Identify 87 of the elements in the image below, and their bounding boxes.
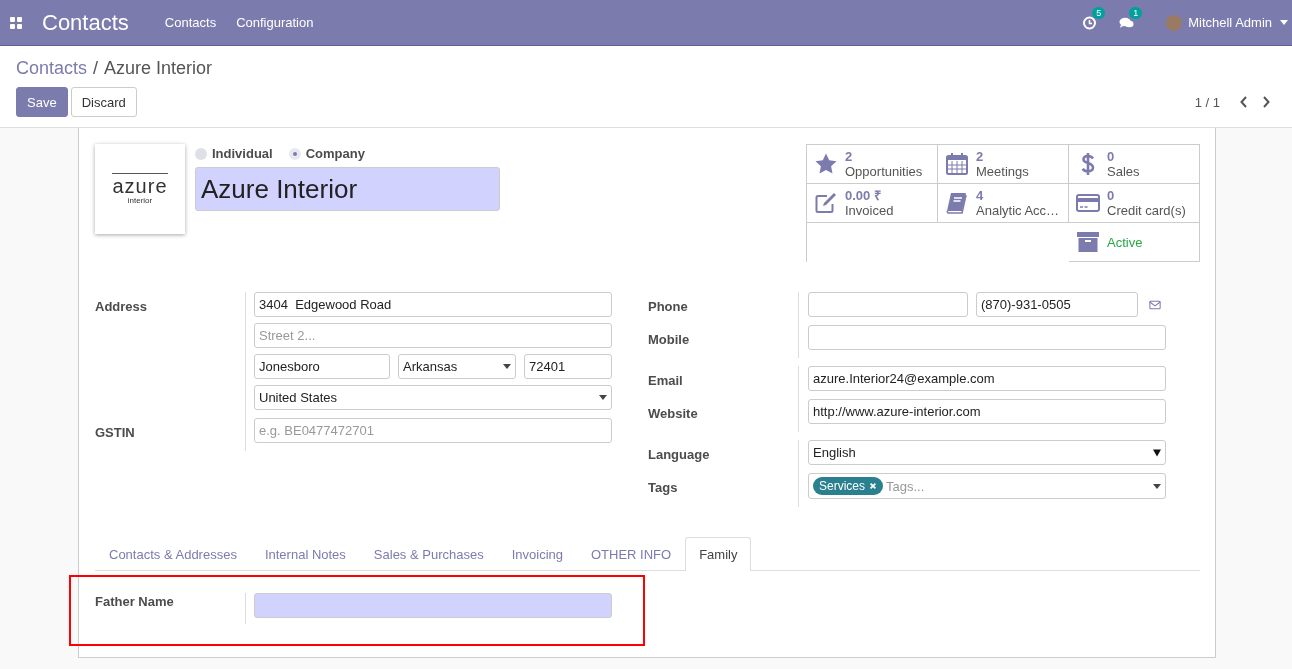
caret-icon (599, 395, 607, 400)
input-field[interactable]: Street 2... (254, 323, 612, 348)
field-label: Tags (648, 479, 679, 497)
notebook-tab[interactable]: OTHER INFO (577, 537, 686, 571)
stat-label: Credit card(s) (1107, 203, 1186, 218)
smart-button[interactable]: 4 Analytic Acc… (938, 184, 1069, 223)
stat-value: 2 (976, 149, 985, 164)
menu-link[interactable]: Configuration (236, 15, 314, 30)
clock-icon[interactable] (1082, 15, 1098, 30)
notebook-tab[interactable]: Invoicing (497, 537, 577, 571)
field-label: GSTIN (95, 424, 136, 442)
logo-subtitle: interior (127, 196, 153, 205)
stat-label: Sales (1107, 164, 1140, 179)
stat-value: 0.00 ₹ (845, 188, 882, 203)
menu-link[interactable]: Contacts (164, 15, 217, 30)
message-count-badge: 1 (1129, 6, 1143, 19)
smart-button[interactable]: 0 Sales (1069, 145, 1200, 184)
activity-count-badge: 5 (1092, 6, 1106, 19)
dropdown-field[interactable]: English (808, 440, 1166, 465)
input-field[interactable]: (870)-931-0505 (976, 292, 1138, 317)
company-type-radio[interactable]: Company (288, 146, 365, 161)
credit-card-icon (1076, 191, 1100, 215)
next-icon[interactable] (1262, 96, 1270, 108)
stat-value: 2 (845, 149, 854, 164)
breadcrumb-current: Azure Interior (104, 58, 213, 79)
field-label: Mobile (648, 331, 691, 349)
caret-icon (503, 364, 511, 369)
chat-bubbles-icon[interactable] (1119, 15, 1135, 30)
archive-box-icon (1076, 230, 1100, 254)
caret-icon (1153, 448, 1161, 457)
field-label: Address (95, 298, 149, 316)
avatar-circle (1166, 14, 1183, 31)
tags-placeholder: Tags... (886, 478, 926, 494)
breadcrumb-separator: / (93, 58, 99, 79)
input-field[interactable]: e.g. BE0477472701 (254, 418, 612, 443)
pager-counter: 1 / 1 (1194, 94, 1220, 110)
smart-button[interactable]: 0 Credit card(s) (1069, 184, 1200, 223)
field-label: Father Name (95, 593, 175, 611)
notebook-tab[interactable]: Contacts & Addresses (95, 537, 251, 571)
field-label: Language (648, 446, 711, 464)
breadcrumb-link[interactable]: Contacts (16, 58, 88, 79)
app-title: Contacts (42, 9, 129, 36)
stat-value: 4 (976, 188, 985, 203)
save-button[interactable]: Save (16, 87, 68, 117)
edit-icon (814, 191, 838, 215)
name-field[interactable]: Azure Interior (195, 167, 500, 211)
logo-wordmark: azure (112, 173, 168, 196)
dropdown-field[interactable]: United States (254, 385, 612, 410)
input-field[interactable]: azure.Interior24@example.com (808, 366, 1166, 391)
smart-button[interactable]: 2 Meetings (938, 145, 1069, 184)
input-field[interactable] (808, 325, 1166, 350)
apps-grid-icon[interactable] (10, 16, 22, 29)
stat-label: Meetings (976, 164, 1029, 179)
input-field[interactable]: 72401 (524, 354, 612, 379)
stat-label: Opportunities (845, 164, 923, 179)
notebook-tab[interactable]: Internal Notes (250, 537, 360, 571)
star-icon (814, 152, 838, 176)
field-label: Email (648, 372, 684, 390)
notebook-tab[interactable]: Sales & Purchases (359, 537, 498, 571)
input-field[interactable]: http://www.azure-interior.com (808, 399, 1166, 424)
dropdown-field[interactable]: Arkansas (398, 354, 516, 379)
stat-label: Invoiced (845, 203, 894, 218)
stat-label: Analytic Acc… (976, 203, 1060, 218)
tag-chip[interactable]: Services (813, 477, 883, 495)
envelope-icon[interactable] (1149, 299, 1161, 310)
stat-value: 0 (1107, 149, 1116, 164)
stat-value: 0 (1107, 188, 1116, 203)
calendar-icon (945, 152, 969, 176)
smart-button[interactable]: 2 Opportunities (807, 145, 938, 184)
company-type-radio[interactable]: Individual (195, 146, 273, 161)
previous-icon[interactable] (1240, 96, 1248, 108)
field-label: Website (648, 405, 699, 423)
input-field[interactable] (808, 292, 968, 317)
input-field[interactable] (254, 593, 612, 618)
close-icon[interactable] (869, 482, 877, 490)
smart-button[interactable]: 0.00 ₹ Invoiced (807, 184, 938, 223)
discard-button[interactable]: Discard (70, 87, 137, 117)
caret-icon[interactable] (1280, 20, 1288, 25)
caret-icon (1153, 483, 1161, 489)
tags-field[interactable]: Services Tags... (808, 473, 1166, 499)
user-menu[interactable]: Mitchell Admin (1188, 15, 1272, 30)
input-field[interactable]: Jonesboro (254, 354, 390, 379)
input-field[interactable]: 3404 Edgewood Road (254, 292, 612, 317)
notebook-tab[interactable]: Family (685, 537, 752, 571)
status-label: Active (1107, 234, 1143, 250)
book-icon (945, 191, 969, 215)
field-label: Phone (648, 298, 689, 316)
